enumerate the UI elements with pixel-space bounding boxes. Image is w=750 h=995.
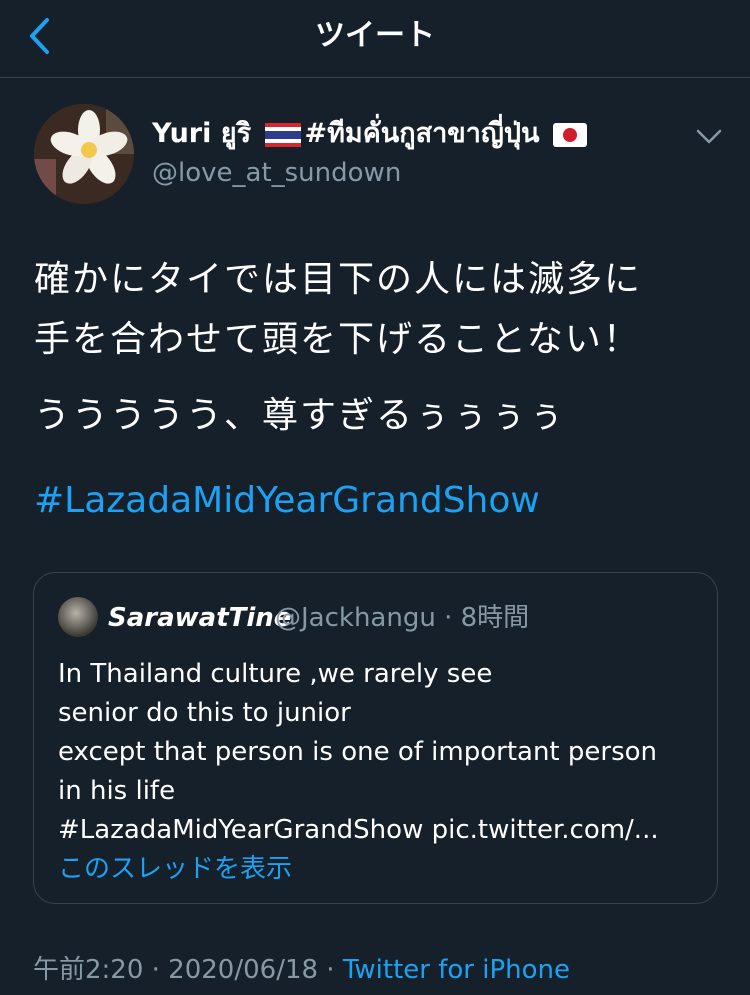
show-thread-link[interactable]: このスレッドを表示 xyxy=(58,851,292,887)
thailand-flag-icon xyxy=(264,122,301,147)
display-name-suffix: #ทีมคั่นกูสาขาญี่ปุ่น xyxy=(304,118,540,149)
quoted-text: In Thailand culture ,we rarely see senio… xyxy=(58,655,698,850)
tweet-text: 確かにタイでは目下の人には滅多に 手を合わせて頭を下げることない！ ううううう、… xyxy=(34,250,724,446)
source-link[interactable]: Twitter for iPhone xyxy=(343,955,570,985)
more-options-button[interactable] xyxy=(693,120,725,152)
display-name[interactable]: Yuri ยูริ #ทีมคั่นกูสาขาญี่ปุ่น xyxy=(152,114,591,154)
user-handle[interactable]: @love_at_sundown xyxy=(152,155,401,191)
flower-avatar-image xyxy=(34,104,134,204)
quoted-text-line: #LazadaMidYearGrandShow pic.twitter.com/… xyxy=(58,815,659,845)
navigation-bar: ツイート xyxy=(0,0,750,78)
tweet-text-line: 確かにタイでは目下の人には滅多に xyxy=(34,259,643,300)
page-title: ツイート xyxy=(315,18,435,53)
tweet-metadata: 午前2:20 · 2020/06/18 · Twitter for iPhone xyxy=(33,952,570,988)
quoted-avatar xyxy=(58,597,98,637)
tweet-text-line: 手を合わせて頭を下げることない！ xyxy=(34,319,641,360)
avatar[interactable] xyxy=(34,104,134,204)
timestamp: 午前2:20 · 2020/06/18 · xyxy=(33,955,343,985)
japan-flag-icon xyxy=(552,122,587,147)
hashtag-link[interactable]: #LazadaMidYearGrandShow xyxy=(34,476,540,526)
quoted-text-line: senior do this to junior xyxy=(58,698,351,728)
quoted-tweet[interactable]: SarawatTine @Jackhangu · 8時間 In Thailand… xyxy=(33,572,718,904)
quoted-display-name: SarawatTine xyxy=(108,603,292,633)
quoted-text-line: in his life xyxy=(58,776,176,806)
chevron-down-icon xyxy=(696,129,722,144)
quoted-text-line: In Thailand culture ,we rarely see xyxy=(58,659,493,689)
quoted-text-line: except that person is one of important p… xyxy=(58,737,658,767)
display-name-prefix: Yuri ยูริ xyxy=(152,118,252,149)
tweet-text-line: ううううう、尊すぎるぅぅぅぅ xyxy=(34,395,567,436)
quoted-handle-time: @Jackhangu · 8時間 xyxy=(275,603,530,633)
